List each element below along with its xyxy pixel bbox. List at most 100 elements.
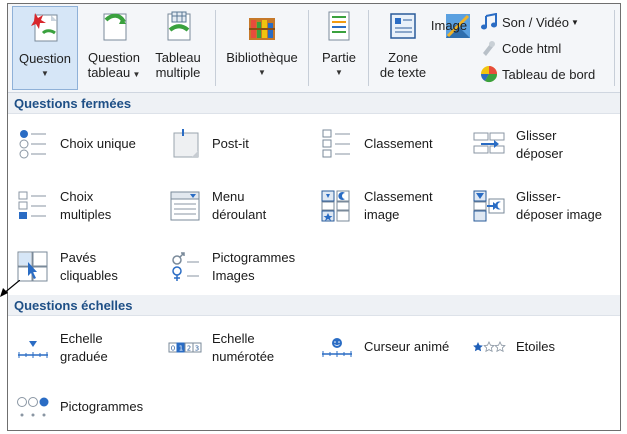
tableau-multiple-button[interactable]: Tableau multiple: [150, 6, 206, 90]
zone-texte-line1: Zone: [388, 50, 418, 65]
item-label-line2: déposer image: [516, 207, 602, 222]
question-button[interactable]: Question ▼: [12, 6, 78, 90]
item-classement[interactable]: Classement: [320, 127, 433, 161]
ribbon-toolbar: Question ▼ Question tableau ▼ Tableau mult…: [8, 4, 620, 93]
drag-drop-image-icon: [473, 190, 505, 222]
item-pictogrammes[interactable]: Pictogrammes: [16, 390, 143, 424]
item-glisser-deposer[interactable]: Glisser déposer: [472, 127, 563, 163]
tableau-multiple-line1: Tableau: [155, 50, 201, 65]
item-paves-cliquables[interactable]: Pavés cliquables: [16, 249, 118, 285]
item-label-line1: Menu: [212, 189, 245, 204]
item-choix-multiples[interactable]: Choix multiples: [16, 188, 111, 224]
item-label-line2: graduée: [60, 349, 108, 364]
image-label: Image: [430, 18, 468, 33]
animated-slider-icon: [322, 338, 352, 357]
son-video-label: Son / Vidéo: [502, 14, 569, 30]
item-post-it[interactable]: Post-it: [168, 127, 249, 161]
partie-button[interactable]: Partie ▼: [314, 6, 364, 90]
svg-text:3: 3: [195, 345, 199, 353]
item-echelle-numerotee[interactable]: 0 1 2 3 Echelle numérotée: [168, 330, 274, 366]
item-label-line1: Choix: [60, 189, 94, 204]
item-label-line1: Etoiles: [516, 339, 556, 354]
tableau-multiple-line2: multiple: [155, 65, 201, 80]
emoji-scale-icon: [17, 397, 49, 417]
item-label-line1: Echelle: [212, 331, 255, 346]
music-note-icon: [481, 13, 497, 30]
item-label-line2: multiples: [60, 207, 112, 222]
item-label-line1: Post-it: [212, 136, 249, 151]
multi-table-icon: [167, 11, 191, 41]
item-etoiles[interactable]: Etoiles: [472, 330, 555, 364]
item-label-line1: Pictogrammes: [60, 399, 144, 414]
numbered-scale-icon: 0 1 2 3: [168, 342, 202, 353]
item-label-line1: Classement: [364, 189, 433, 204]
insert-panel: Question ▼ Question tableau ▼ Tableau mult…: [7, 3, 621, 431]
ranking-image-icon: [321, 190, 350, 222]
ribbon-separator: [368, 10, 369, 86]
item-label-line1: Glisser-: [516, 189, 561, 204]
cursor-arrow-icon: [0, 280, 20, 297]
item-label-line2: image: [364, 207, 400, 222]
svg-text:0: 0: [171, 345, 175, 353]
code-html-button[interactable]: Code html: [480, 39, 561, 57]
item-echelle-graduee[interactable]: Echelle graduée: [16, 330, 108, 366]
zone-texte-button[interactable]: Zone de texte: [374, 6, 432, 90]
clickable-tiles-icon: [17, 251, 48, 282]
item-label-line1: Echelle: [60, 331, 103, 346]
ribbon-separator: [614, 10, 615, 86]
section-icon: [328, 11, 350, 41]
radio-list-icon: [19, 130, 46, 159]
item-label-line2: déposer: [516, 146, 563, 161]
ribbon-separator: [308, 10, 309, 86]
question-icon: [31, 13, 58, 42]
item-label-line1: Curseur animé: [364, 339, 450, 354]
question-tableau-button[interactable]: Question tableau ▼: [84, 6, 144, 90]
item-menu-deroulant[interactable]: Menu déroulant: [168, 188, 266, 224]
item-label-line2: Images: [212, 268, 255, 283]
gender-symbols-icon: [172, 252, 199, 281]
item-label-line1: Pavés: [60, 250, 97, 265]
code-html-label: Code html: [502, 40, 562, 56]
partie-label: Partie: [322, 50, 356, 65]
bibliotheque-button[interactable]: Bibliothèque ▼: [220, 6, 304, 90]
item-glisser-deposer-image[interactable]: Glisser-déposer image: [472, 188, 602, 224]
zone-texte-line2: de texte: [379, 65, 427, 80]
ranking-list-icon: [322, 129, 350, 158]
tableau-de-bord-label: Tableau de bord: [502, 66, 596, 82]
item-choix-unique[interactable]: Choix unique: [16, 127, 136, 161]
image-button[interactable]: Image: [431, 6, 480, 90]
item-label-line1: Pictogrammes: [212, 250, 296, 265]
post-it-icon: [173, 129, 199, 158]
chevron-down-icon: ▼: [570, 17, 579, 27]
chevron-down-icon: ▼: [41, 69, 49, 78]
svg-text:2: 2: [187, 345, 191, 353]
item-classement-image[interactable]: Classement image: [320, 188, 433, 224]
question-tableau-line2: tableau: [87, 65, 131, 80]
question-label: Question: [18, 51, 72, 66]
section-header-questions-echelles: Questions échelles: [8, 295, 620, 316]
chevron-down-icon: ▼: [258, 68, 266, 77]
section-header-questions-fermees: Questions fermées: [8, 93, 620, 114]
chevron-down-icon: ▼: [335, 68, 343, 77]
item-curseur-anime[interactable]: Curseur animé: [320, 330, 449, 364]
svg-text:1: 1: [179, 345, 183, 353]
ribbon-separator: [215, 10, 216, 86]
item-label-line1: Glisser: [516, 128, 557, 143]
son-video-button[interactable]: Son / Vidéo ▼: [480, 13, 579, 31]
dropdown-menu-icon: [170, 191, 200, 221]
graduated-scale-icon: [18, 341, 48, 358]
star-rating-icon: [473, 341, 506, 353]
checkbox-list-icon: [18, 191, 46, 219]
dashboard-icon: [480, 66, 498, 83]
question-table-icon: [103, 13, 127, 41]
puzzle-icon: [483, 41, 495, 56]
question-tableau-line1: Question: [87, 50, 141, 65]
item-pictogrammes-images[interactable]: Pictogrammes Images: [168, 249, 295, 285]
tableau-de-bord-button[interactable]: Tableau de bord: [480, 65, 595, 83]
item-label-line2: déroulant: [212, 207, 267, 222]
item-label-line1: Classement: [364, 136, 433, 151]
chevron-down-icon: ▼: [130, 70, 141, 79]
drag-drop-icon: [473, 132, 505, 154]
bibliotheque-label: Bibliothèque: [226, 50, 298, 65]
item-label-line2: numérotée: [212, 349, 275, 364]
